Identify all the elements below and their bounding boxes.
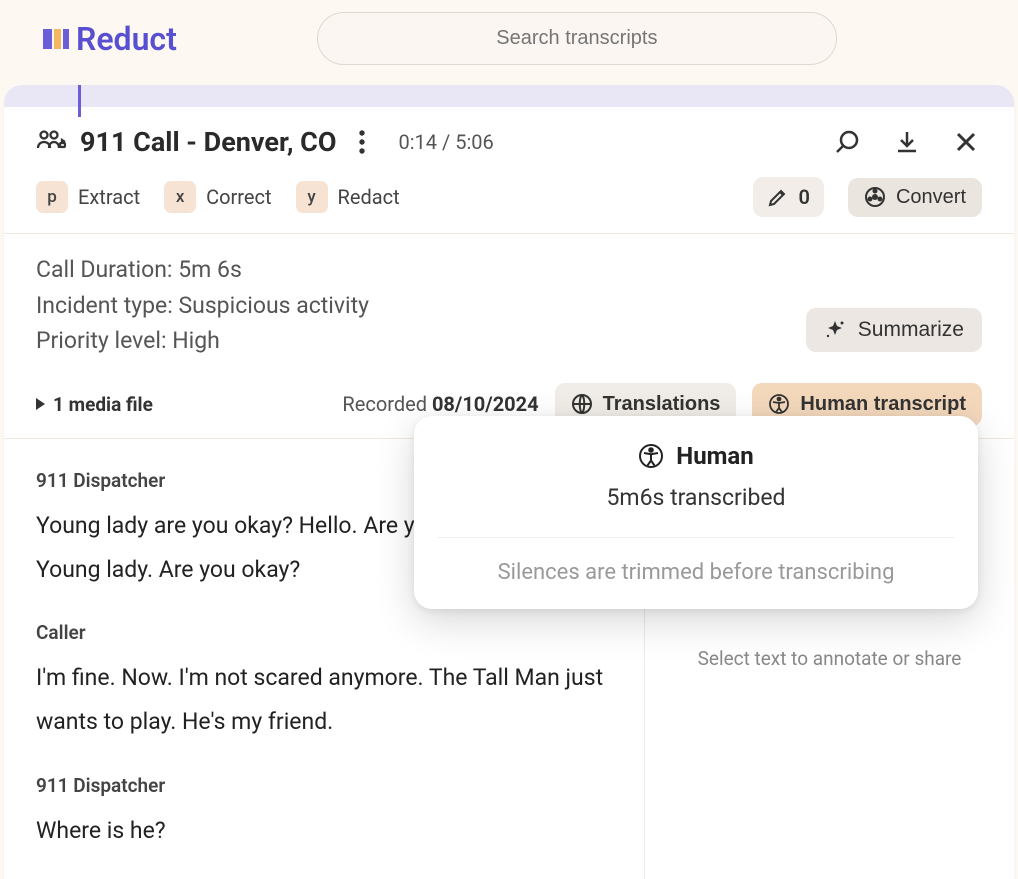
title-row: 911 Call - Denver, CO 0:14 / 5:06 xyxy=(4,107,1014,169)
logo-icon xyxy=(40,23,72,55)
logo-text: Reduct xyxy=(76,20,177,58)
popover-subtitle: 5m6s transcribed xyxy=(414,484,978,537)
tool-label: Extract xyxy=(78,185,140,209)
tool-label: Correct xyxy=(206,185,271,209)
kebab-icon xyxy=(359,130,365,154)
translations-label: Translations xyxy=(603,393,721,416)
accessibility-icon xyxy=(768,393,790,415)
reel-icon xyxy=(864,186,886,208)
key-badge: x xyxy=(164,181,196,213)
speaker-name: 911 Dispatcher xyxy=(36,774,612,797)
speaker-name: Caller xyxy=(36,621,612,644)
extract-tool[interactable]: p Extract xyxy=(36,181,140,213)
convert-button[interactable]: Convert xyxy=(848,178,982,217)
info-duration: Call Duration: 5m 6s xyxy=(36,252,982,288)
download-icon xyxy=(894,129,920,155)
convert-label: Convert xyxy=(896,186,966,209)
highlight-count[interactable]: 0 xyxy=(753,177,824,217)
download-button[interactable] xyxy=(890,125,924,159)
speaker-text[interactable]: I'm fine. Now. I'm not scared anymore. T… xyxy=(36,656,612,743)
title-actions xyxy=(830,125,982,159)
speaker-block: 911 Dispatcher Where is he? xyxy=(36,774,612,853)
transcript-info-popover: Human 5m6s transcribed Silences are trim… xyxy=(414,416,978,609)
key-badge: y xyxy=(296,181,328,213)
speaker-text[interactable]: Where is he? xyxy=(36,809,612,853)
tool-label: Redact xyxy=(338,185,400,209)
close-button[interactable] xyxy=(950,126,982,158)
summarize-label: Summarize xyxy=(858,318,964,342)
search-in-doc-button[interactable] xyxy=(830,125,864,159)
correct-tool[interactable]: x Correct xyxy=(164,181,271,213)
recorded-label: Recorded 08/10/2024 xyxy=(342,392,538,416)
toolbar: p Extract x Correct y Redact 0 Convert xyxy=(4,169,1014,234)
highlight-count-value: 0 xyxy=(799,185,810,209)
media-files-label: 1 media file xyxy=(53,393,153,416)
app-header: Reduct xyxy=(0,0,1018,77)
summarize-button[interactable]: Summarize xyxy=(806,308,982,352)
highlighter-icon xyxy=(767,186,789,208)
more-menu-button[interactable] xyxy=(350,127,374,157)
search-icon xyxy=(834,129,860,155)
timeline[interactable] xyxy=(4,85,1014,107)
key-badge: p xyxy=(36,181,68,213)
speaker-block: Caller I'm fine. Now. I'm not scared any… xyxy=(36,621,612,743)
close-icon xyxy=(954,130,978,154)
people-icon xyxy=(36,129,66,155)
search-input[interactable] xyxy=(317,12,837,65)
human-transcript-label: Human transcript xyxy=(800,393,966,416)
accessibility-icon xyxy=(638,443,664,469)
popover-header: Human xyxy=(414,442,978,470)
popover-note: Silences are trimmed before transcribing xyxy=(414,538,978,585)
globe-icon xyxy=(571,393,593,415)
sidebar-hint: Select text to annotate or share xyxy=(698,647,962,670)
popover-title: Human xyxy=(676,442,753,470)
media-files-toggle[interactable]: 1 media file xyxy=(36,393,153,416)
search-container xyxy=(317,12,837,65)
playback-time: 0:14 / 5:06 xyxy=(398,130,493,154)
chevron-right-icon xyxy=(36,398,45,410)
sparkle-icon xyxy=(824,319,846,341)
logo[interactable]: Reduct xyxy=(40,20,177,58)
timeline-marker[interactable] xyxy=(78,85,81,117)
redact-tool[interactable]: y Redact xyxy=(296,181,400,213)
page-title: 911 Call - Denver, CO xyxy=(80,126,336,158)
